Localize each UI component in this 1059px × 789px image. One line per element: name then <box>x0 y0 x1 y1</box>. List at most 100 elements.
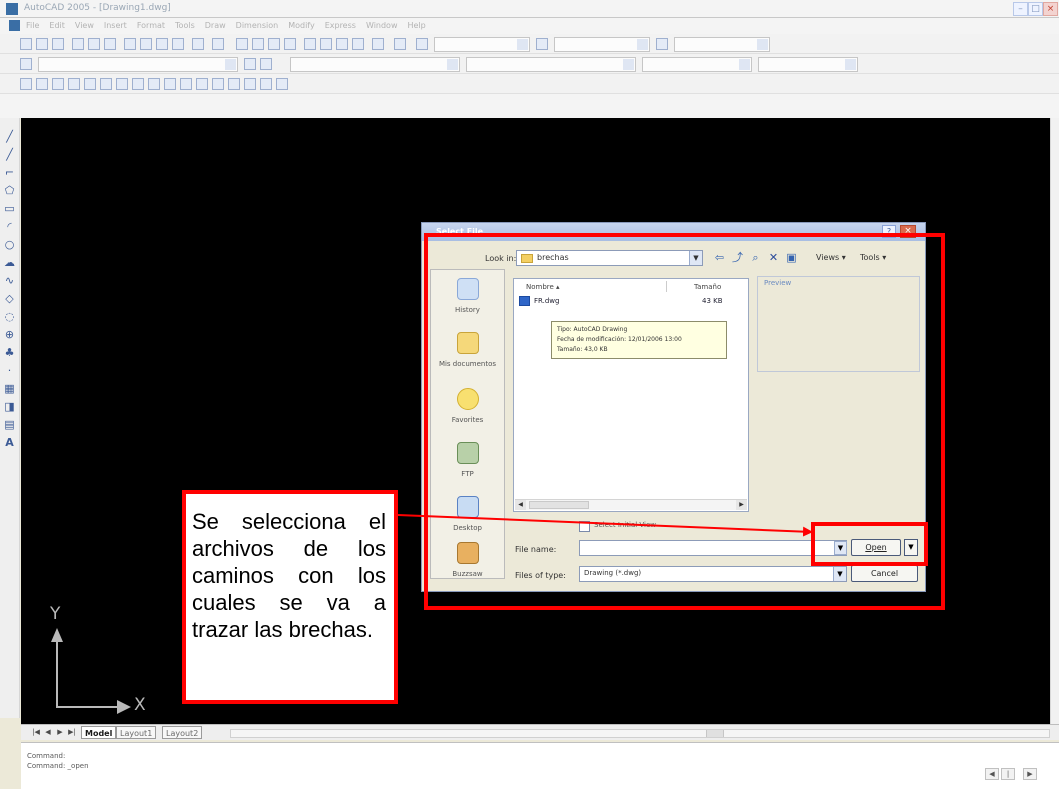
tab-layout2[interactable]: Layout2 <box>162 726 203 739</box>
match-properties-icon[interactable] <box>172 38 184 50</box>
hatch-icon[interactable]: ▦ <box>3 382 16 395</box>
offset-icon[interactable] <box>68 78 80 90</box>
menu-format[interactable]: Format <box>137 21 165 30</box>
scroll-left-button[interactable]: ◀ <box>985 768 999 780</box>
table-style-combo[interactable] <box>674 37 770 52</box>
layer-previous-icon[interactable] <box>260 58 272 70</box>
scroll-middle-button[interactable]: | <box>1001 768 1015 780</box>
chamfer-icon[interactable] <box>244 78 256 90</box>
linetype-combo[interactable] <box>466 57 636 72</box>
lineweight-combo[interactable] <box>642 57 752 72</box>
multiline-text-icon[interactable]: A <box>3 436 16 449</box>
menu-file[interactable]: File <box>26 21 39 30</box>
text-style-combo[interactable] <box>434 37 530 52</box>
design-center-icon[interactable] <box>320 38 332 50</box>
extend-icon[interactable] <box>180 78 192 90</box>
table-icon[interactable]: ▤ <box>3 418 16 431</box>
command-window[interactable]: Command: Command: _open <box>21 742 1059 789</box>
menu-help[interactable]: Help <box>408 21 426 30</box>
polygon-icon[interactable]: ⬠ <box>3 184 16 197</box>
scroll-right-button[interactable]: ▶ <box>1023 768 1037 780</box>
array-icon[interactable] <box>84 78 96 90</box>
last-tab-button[interactable]: ▶| <box>67 727 77 738</box>
minimize-button[interactable]: – <box>1013 2 1028 16</box>
publish-icon[interactable] <box>104 38 116 50</box>
rectangle-icon[interactable]: ▭ <box>3 202 16 215</box>
region-icon[interactable]: ◨ <box>3 400 16 413</box>
dim-style-icon[interactable] <box>536 38 548 50</box>
horizontal-scroll-thumb[interactable] <box>706 730 724 737</box>
open-icon[interactable] <box>36 38 48 50</box>
tab-layout1[interactable]: Layout1 <box>116 726 157 739</box>
scale-icon[interactable] <box>132 78 144 90</box>
tool-palettes-icon[interactable] <box>336 38 348 50</box>
undo-icon[interactable] <box>192 38 204 50</box>
menu-edit[interactable]: Edit <box>49 21 65 30</box>
polyline-icon[interactable]: ⌐ <box>3 166 16 179</box>
next-tab-button[interactable]: ▶ <box>55 727 65 738</box>
help-icon[interactable] <box>394 38 406 50</box>
move-icon[interactable] <box>100 78 112 90</box>
cut-icon[interactable] <box>124 38 136 50</box>
arc-icon[interactable]: ◜ <box>3 220 16 233</box>
calculator-icon[interactable] <box>372 38 384 50</box>
tab-model[interactable]: Model <box>81 726 117 739</box>
fillet-icon[interactable] <box>260 78 272 90</box>
menu-draw[interactable]: Draw <box>205 21 226 30</box>
pan-icon[interactable] <box>236 38 248 50</box>
join-icon[interactable] <box>228 78 240 90</box>
save-icon[interactable] <box>52 38 64 50</box>
line-icon[interactable]: ╱ <box>3 130 16 143</box>
dim-style-combo[interactable] <box>554 37 650 52</box>
menu-express[interactable]: Express <box>325 21 356 30</box>
point-icon[interactable]: · <box>3 364 16 377</box>
first-tab-button[interactable]: |◀ <box>31 727 41 738</box>
ellipse-icon[interactable]: ◇ <box>3 292 16 305</box>
close-button[interactable]: × <box>1043 2 1058 16</box>
menu-window[interactable]: Window <box>366 21 398 30</box>
paste-icon[interactable] <box>156 38 168 50</box>
text-style-icon[interactable] <box>416 38 428 50</box>
markup-icon[interactable] <box>352 38 364 50</box>
explode-icon[interactable] <box>276 78 288 90</box>
table-style-icon[interactable] <box>656 38 668 50</box>
plot-icon[interactable] <box>72 38 84 50</box>
layer-combo[interactable] <box>38 57 238 72</box>
insert-block-icon[interactable]: ⊕ <box>3 328 16 341</box>
copy-icon[interactable] <box>140 38 152 50</box>
new-icon[interactable] <box>20 38 32 50</box>
trim-icon[interactable] <box>164 78 176 90</box>
mirror-icon[interactable] <box>52 78 64 90</box>
maximize-button[interactable]: □ <box>1028 2 1043 16</box>
break-at-point-icon[interactable] <box>212 78 224 90</box>
color-combo[interactable] <box>290 57 460 72</box>
zoom-realtime-icon[interactable] <box>252 38 264 50</box>
menu-tools[interactable]: Tools <box>175 21 195 30</box>
stretch-icon[interactable] <box>148 78 160 90</box>
rotate-icon[interactable] <box>116 78 128 90</box>
revision-cloud-icon[interactable]: ☁ <box>3 256 16 269</box>
menu-modify[interactable]: Modify <box>288 21 315 30</box>
horizontal-scrollbar[interactable] <box>230 729 1050 738</box>
copy-object-icon[interactable] <box>36 78 48 90</box>
properties-icon[interactable] <box>304 38 316 50</box>
break-icon[interactable] <box>196 78 208 90</box>
vertical-scrollbar[interactable] <box>1050 118 1059 724</box>
circle-icon[interactable]: ○ <box>3 238 16 251</box>
make-current-icon[interactable] <box>244 58 256 70</box>
plot-style-combo[interactable] <box>758 57 858 72</box>
menu-dimension[interactable]: Dimension <box>236 21 279 30</box>
previous-tab-button[interactable]: ◀ <box>43 727 53 738</box>
zoom-window-icon[interactable] <box>268 38 280 50</box>
redo-icon[interactable] <box>212 38 224 50</box>
erase-icon[interactable] <box>20 78 32 90</box>
spline-icon[interactable]: ∿ <box>3 274 16 287</box>
ellipse-arc-icon[interactable]: ◌ <box>3 310 16 323</box>
make-block-icon[interactable]: ♣ <box>3 346 16 359</box>
menu-insert[interactable]: Insert <box>104 21 127 30</box>
zoom-previous-icon[interactable] <box>284 38 296 50</box>
layer-manager-icon[interactable] <box>20 58 32 70</box>
construction-line-icon[interactable]: ╱ <box>3 148 16 161</box>
preview-icon[interactable] <box>88 38 100 50</box>
menu-view[interactable]: View <box>75 21 94 30</box>
